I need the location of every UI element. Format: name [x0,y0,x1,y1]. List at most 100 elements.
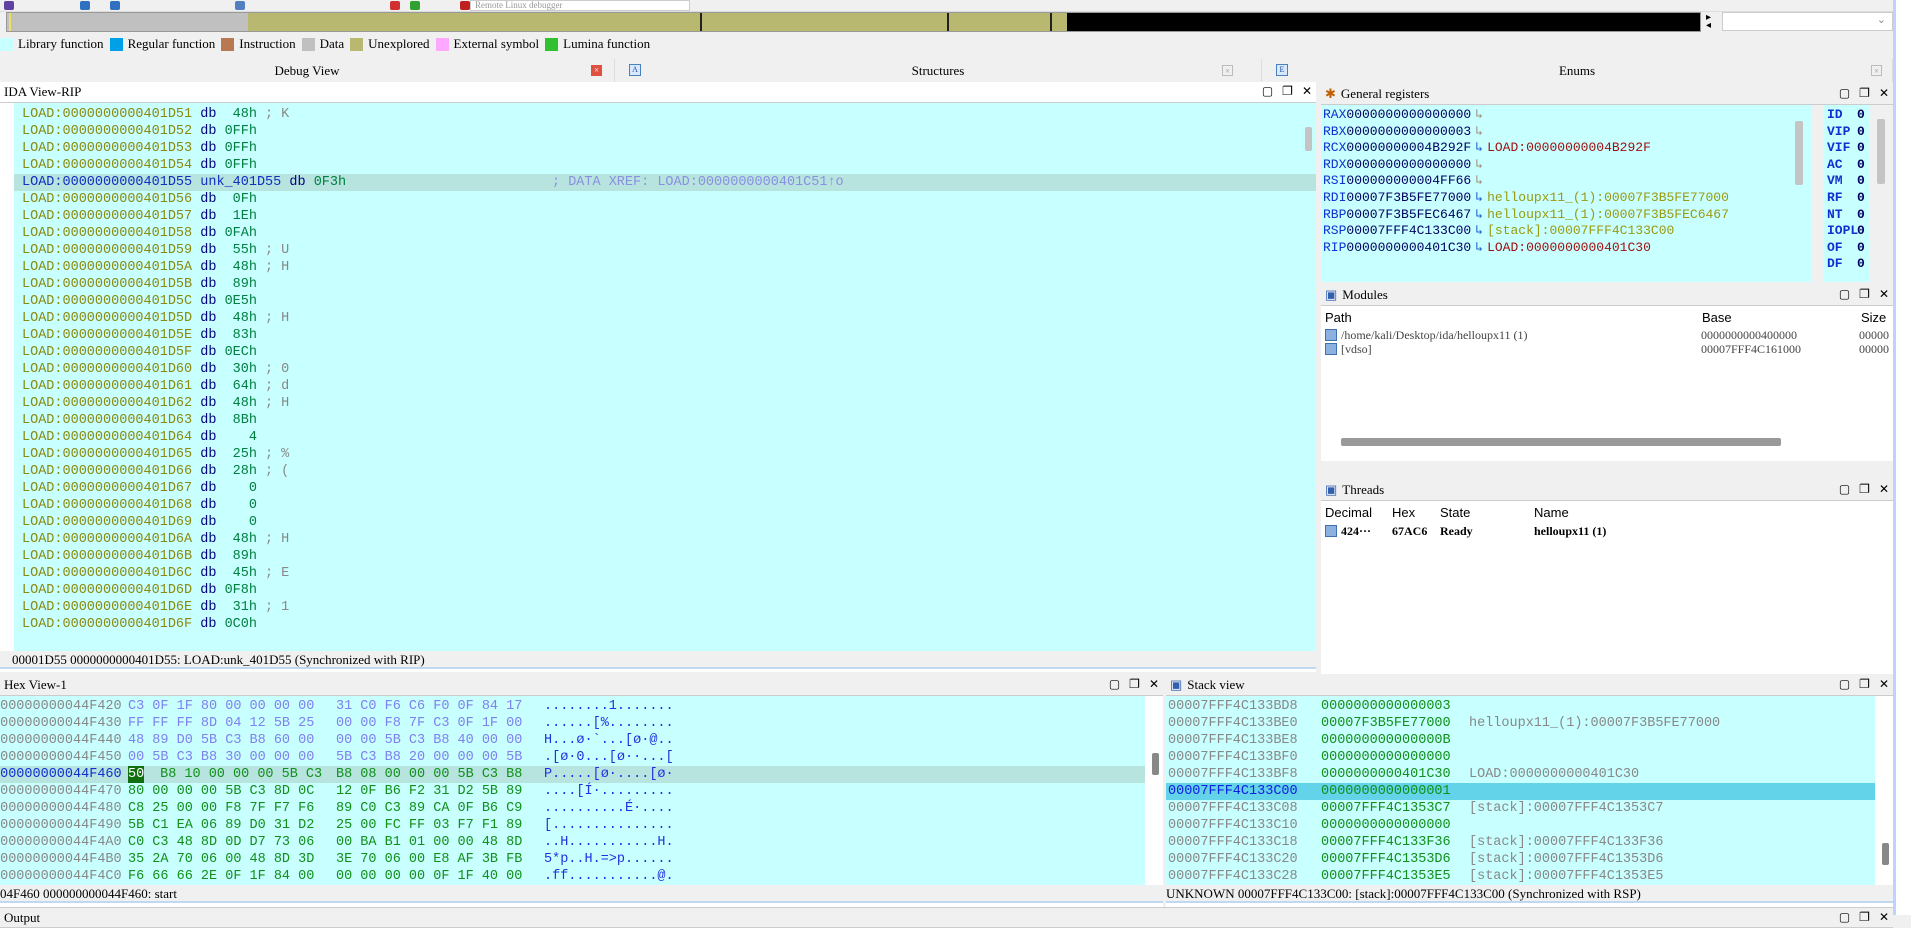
breakpoint-dot-icon[interactable]: • [2,497,8,514]
tab-enums[interactable]: E Enums × [1262,59,1893,82]
breakpoint-icon[interactable] [390,1,400,10]
jump-arrow-icon[interactable]: ↳ [1475,190,1483,205]
float-icon[interactable]: ❐ [1859,86,1870,100]
close-icon[interactable]: ✕ [1879,910,1889,924]
close-icon[interactable]: ✕ [1149,677,1159,691]
nav-scroll-arrows-icon[interactable]: ▸ ◂ [1706,13,1711,31]
breakpoint-dot-icon[interactable]: • [2,208,8,225]
register-row[interactable]: RIP0000000000401C30 ↳ LOAD:0000000000401C3… [1321,240,1811,257]
breakpoint-dot-icon[interactable]: • [2,293,8,310]
register-row[interactable]: RDI00007F3B5FE77000 ↳ helloupx11_(1):00007… [1321,190,1811,207]
stack-row[interactable]: 00007FFF4C133C08 00007FFF4C1353C7 [stack]:… [1166,800,1875,817]
register-row[interactable]: RCX00000000004B292F ↳ LOAD:00000000004B292… [1321,140,1811,157]
stack-row[interactable]: 00007FFF4C133C10 0000000000000000 [1166,817,1875,834]
stack-row[interactable]: 00007FFF4C133BF8 0000000000401C30 LOAD:000… [1166,766,1875,783]
hex-dump[interactable]: 000000000044F420 C3 0F 1F 80 00 00 00 00 3… [0,696,1145,885]
register-value[interactable]: 00007FFF4C133C00 [1346,223,1471,238]
hex-row[interactable]: 000000000044F4B0 35 2A 70 06 00 48 8D 3D 3… [0,851,1145,868]
jump-arrow-icon[interactable]: ↳ [1475,240,1483,255]
nav-dropdown[interactable]: ⌄ [1722,12,1893,31]
code-line[interactable]: • LOAD:0000000000401D64 db 4 [14,429,1316,446]
flag-row[interactable]: OF 0 [1827,240,1870,257]
code-line[interactable]: • LOAD:0000000000401D6F db 0C0h [14,616,1316,633]
register-row[interactable]: RAX0000000000000000 ↳ [1321,107,1811,124]
stack-comment[interactable]: helloupx11_(1):00007F3B5FE77000 [1469,715,1720,732]
register-target[interactable]: LOAD:0000000000401C30 [1487,240,1651,255]
flag-row[interactable]: IOPL0 [1827,223,1870,240]
breakpoint-dot-icon[interactable]: • [2,174,8,191]
close-icon[interactable]: ✕ [1302,84,1312,98]
flag-row[interactable]: RF 0 [1827,190,1870,207]
flags-list[interactable]: ID 0 VIP 0 VIF 0 AC 0 VM 0 RF 0 NT 0 IOPL0 OF 0 DF 0 [1824,105,1870,282]
breakpoint-dot-icon[interactable]: • [2,123,8,140]
code-line[interactable]: • LOAD:0000000000401D5C db 0E5h [14,293,1316,310]
code-line[interactable]: • LOAD:0000000000401D5A db 48h; H [14,259,1316,276]
register-list[interactable]: RAX0000000000000000 ↳ RBX0000000000000003 ↳… [1321,105,1811,282]
breakpoint-dot-icon[interactable]: • [2,191,8,208]
code-line[interactable]: • LOAD:0000000000401D5B db 89h [14,276,1316,293]
breakpoint-dot-icon[interactable]: • [2,446,8,463]
stack-comment[interactable]: [stack]:00007FFF4C133F36 [1469,834,1663,851]
breakpoint-dot-icon[interactable]: • [2,378,8,395]
stack-row[interactable]: 00007FFF4C133C18 00007FFF4C133F36 [stack]:… [1166,834,1875,851]
float-icon[interactable]: ❐ [1859,482,1870,496]
hex-row[interactable]: 000000000044F4C0 F6 66 66 2E 0F 1F 84 00 0… [0,868,1145,885]
breakpoint-dot-icon[interactable]: • [2,157,8,174]
flag-row[interactable]: NT 0 [1827,207,1870,224]
jump-arrow-icon[interactable]: ↳ [1475,107,1483,122]
code-line[interactable]: • LOAD:0000000000401D58 db 0FAh [14,225,1316,242]
hex-row[interactable]: 000000000044F470 80 00 00 00 5B C3 8D 0C 1… [0,783,1145,800]
close-icon[interactable]: × [1871,65,1882,76]
float-icon[interactable]: ❐ [1859,910,1870,924]
close-icon[interactable]: × [591,65,602,76]
breakpoint-dot-icon[interactable]: • [2,582,8,599]
register-value[interactable]: 0000000000000003 [1346,124,1471,139]
tab-debug-view[interactable]: Debug View × [0,59,615,82]
code-line[interactable]: • LOAD:0000000000401D51 db 48h; K [14,106,1316,123]
breakpoint-dot-icon[interactable]: • [2,106,8,123]
breakpoint-dot-icon[interactable]: • [2,599,8,616]
register-value[interactable]: 00007F3B5FEC6467 [1346,207,1471,222]
column-header[interactable]: Path [1325,310,1352,325]
code-line[interactable]: • LOAD:0000000000401D6D db 0F8h [14,582,1316,599]
jump-arrow-icon[interactable]: ↳ [1475,124,1483,139]
jump-arrow-icon[interactable]: ↳ [1475,157,1483,172]
stack-row[interactable]: 00007FFF4C133BF0 0000000000000000 [1166,749,1875,766]
close-icon[interactable]: ✕ [1879,86,1889,100]
breakpoint-dot-icon[interactable]: • [2,463,8,480]
hex-row[interactable]: 000000000044F420 C3 0F 1F 80 00 00 00 00 3… [0,698,1145,715]
breakpoint-dot-icon[interactable]: • [2,616,8,633]
toolbar-icon[interactable] [235,1,245,10]
maximize-icon[interactable]: ▢ [1839,482,1850,496]
register-value[interactable]: 0000000000401C30 [1346,240,1471,255]
float-icon[interactable]: ❐ [1129,677,1140,691]
code-line[interactable]: • LOAD:0000000000401D55 unk_401D55 db 0F3… [14,174,1316,191]
register-target[interactable]: helloupx11_(1):00007F3B5FE77000 [1487,190,1729,205]
code-line[interactable]: • LOAD:0000000000401D65 db 25h; % [14,446,1316,463]
flag-row[interactable]: DF 0 [1827,256,1870,273]
stack-comment[interactable]: [stack]:00007FFF4C1353D6 [1469,851,1663,868]
register-value[interactable]: 0000000000000000 [1346,107,1471,122]
hex-row[interactable]: 000000000044F490 5B C1 EA 06 89 D0 31 D2 2… [0,817,1145,834]
register-row[interactable]: RBX0000000000000003 ↳ [1321,124,1811,141]
breakpoint-dot-icon[interactable]: • [2,531,8,548]
register-target[interactable]: helloupx11_(1):00007F3B5FEC6467 [1487,207,1729,222]
module-row[interactable]: /home/kali/Desktop/ida/helloupx11 (1) 000… [1321,328,1893,342]
register-row[interactable]: RDX0000000000000000 ↳ [1321,157,1811,174]
line-label[interactable]: unk_401D55 [200,175,281,190]
stack-row[interactable]: 00007FFF4C133BE8 000000000000000B [1166,732,1875,749]
flag-row[interactable]: AC 0 [1827,157,1870,174]
navigation-band[interactable] [6,12,1701,32]
code-line[interactable]: • LOAD:0000000000401D5D db 48h; H [14,310,1316,327]
code-line[interactable]: • LOAD:0000000000401D5F db 0ECh [14,344,1316,361]
breakpoint-dot-icon[interactable]: • [2,412,8,429]
hex-row[interactable]: 000000000044F450 00 5B C3 B8 30 00 00 00 5… [0,749,1145,766]
stack-row[interactable]: 00007FFF4C133C00 0000000000000001 [1166,783,1875,800]
column-header[interactable]: Decimal [1325,505,1372,520]
register-row[interactable]: RBP00007F3B5FEC6467 ↳ helloupx11_(1):00007… [1321,207,1811,224]
stop-icon[interactable] [460,1,470,10]
tab-structures[interactable]: A Structures × [615,59,1262,82]
code-line[interactable]: • LOAD:0000000000401D61 db 64h; d [14,378,1316,395]
breakpoint-dot-icon[interactable]: • [2,395,8,412]
code-line[interactable]: • LOAD:0000000000401D62 db 48h; H [14,395,1316,412]
